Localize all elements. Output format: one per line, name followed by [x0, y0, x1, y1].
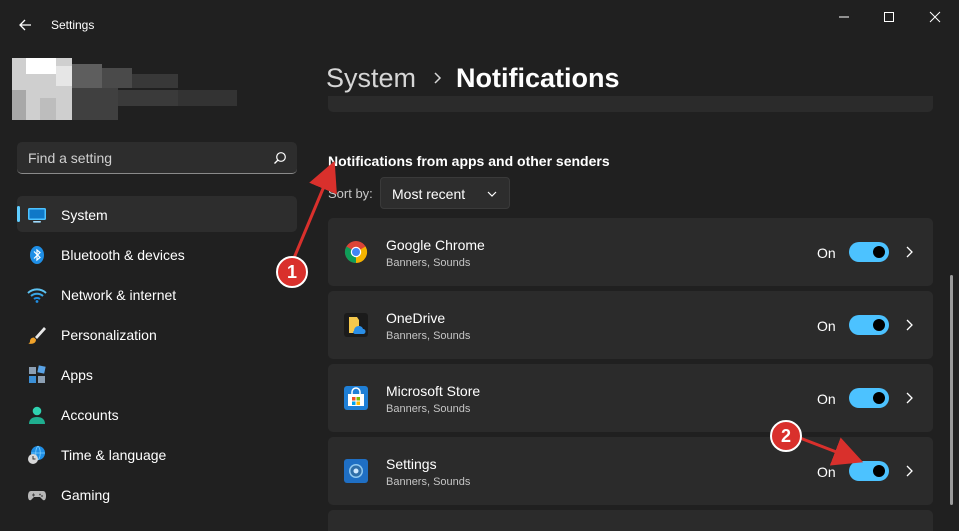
back-arrow-icon: [19, 19, 31, 31]
sidebar-item-network[interactable]: Network & internet: [17, 276, 297, 312]
settings-gear-icon: [344, 459, 368, 483]
section-title: Notifications from apps and other sender…: [328, 153, 610, 169]
close-icon: [929, 11, 941, 23]
main-content: Notifications from apps and other sender…: [328, 96, 933, 531]
chevron-down-icon: [487, 191, 497, 197]
chevron-right-icon: [434, 72, 442, 84]
window-title: Settings: [51, 18, 95, 32]
search-box: [17, 142, 297, 174]
app-row-google-chrome[interactable]: Google Chrome Banners, Sounds On: [328, 218, 933, 286]
sidebar-item-time-language[interactable]: Time & language: [17, 436, 297, 472]
chevron-right-icon[interactable]: [905, 245, 913, 259]
app-name: Settings: [386, 456, 437, 472]
annotation-badge-1: 1: [276, 256, 308, 288]
app-name: OneDrive: [386, 310, 446, 326]
bluetooth-icon: [30, 246, 44, 264]
minimize-icon: [839, 16, 849, 18]
maximize-button[interactable]: [877, 6, 901, 28]
sort-dropdown-value: Most recent: [392, 186, 466, 202]
app-row-settings[interactable]: Settings Banners, Sounds On: [328, 437, 933, 505]
back-button[interactable]: [12, 12, 38, 38]
app-name: Google Chrome: [386, 237, 485, 253]
toggle-state-label: On: [817, 245, 836, 261]
app-detail: Banners, Sounds: [386, 403, 471, 415]
toggle-state-label: On: [817, 318, 836, 334]
annotation-arrow-1: [292, 160, 337, 259]
minimize-button[interactable]: [832, 6, 856, 28]
sidebar-item-label: Time & language: [61, 447, 167, 463]
page-title: Notifications: [456, 62, 620, 93]
maximize-icon: [884, 12, 894, 22]
close-button[interactable]: [923, 6, 947, 28]
accounts-icon: [29, 406, 45, 424]
toggle-knob: [873, 246, 885, 258]
app-detail: Banners, Sounds: [386, 476, 471, 488]
scrollbar-thumb[interactable]: [950, 275, 953, 505]
sidebar-nav: System Bluetooth & devices Network & int…: [17, 196, 297, 516]
app-row-partial[interactable]: [328, 510, 933, 531]
sort-label: Sort by:: [328, 186, 373, 201]
app-row-onedrive[interactable]: OneDrive Banners, Sounds On: [328, 291, 933, 359]
store-icon: [344, 386, 368, 410]
user-avatar: [12, 58, 237, 120]
notifications-toggle[interactable]: [849, 315, 889, 335]
gamepad-icon: [28, 491, 46, 501]
title-bar: Settings: [0, 0, 959, 48]
sidebar-item-system[interactable]: System: [17, 196, 297, 232]
breadcrumb: System Notifications: [326, 60, 620, 96]
sidebar-item-personalization[interactable]: Personalization: [17, 316, 297, 352]
breadcrumb-parent[interactable]: System: [326, 63, 416, 94]
chrome-icon: [344, 241, 368, 263]
onedrive-icon: [344, 313, 368, 337]
notifications-toggle[interactable]: [849, 461, 889, 481]
chevron-right-icon[interactable]: [905, 464, 913, 478]
sidebar-item-label: Personalization: [61, 327, 157, 343]
annotation-badge-2: 2: [770, 420, 802, 452]
search-input[interactable]: [17, 142, 267, 173]
sidebar-item-accounts[interactable]: Accounts: [17, 396, 297, 432]
sidebar-item-label: System: [61, 207, 108, 223]
app-name: Microsoft Store: [386, 383, 481, 399]
system-icon: [28, 208, 46, 223]
apps-icon: [29, 365, 46, 383]
brush-icon: [28, 327, 46, 344]
app-detail: Banners, Sounds: [386, 257, 471, 269]
notifications-toggle[interactable]: [849, 388, 889, 408]
search-icon[interactable]: [273, 151, 287, 165]
sidebar-item-gaming[interactable]: Gaming: [17, 476, 297, 512]
notifications-toggle[interactable]: [849, 242, 889, 262]
toggle-state-label: On: [817, 464, 836, 480]
chevron-right-icon[interactable]: [905, 391, 913, 405]
sidebar-item-label: Bluetooth & devices: [61, 247, 185, 263]
app-detail: Banners, Sounds: [386, 330, 471, 342]
settings-window: Settings Find a setting System Bluetooth…: [0, 0, 959, 531]
globe-clock-icon: [28, 445, 45, 464]
wifi-icon: [27, 288, 47, 303]
sidebar-item-label: Accounts: [61, 407, 119, 423]
sidebar-item-apps[interactable]: Apps: [17, 356, 297, 392]
sort-dropdown[interactable]: Most recent: [380, 177, 510, 209]
sidebar-item-label: Apps: [61, 367, 93, 383]
sidebar-item-label: Gaming: [61, 487, 111, 503]
chevron-right-icon[interactable]: [905, 318, 913, 332]
toggle-knob: [873, 319, 885, 331]
previous-setting-card: [328, 96, 933, 112]
sidebar-item-label: Network & internet: [61, 287, 177, 303]
toggle-knob: [873, 392, 885, 404]
sidebar-item-bluetooth[interactable]: Bluetooth & devices: [17, 236, 297, 272]
toggle-knob: [873, 465, 885, 477]
app-row-microsoft-store[interactable]: Microsoft Store Banners, Sounds On: [328, 364, 933, 432]
toggle-state-label: On: [817, 391, 836, 407]
